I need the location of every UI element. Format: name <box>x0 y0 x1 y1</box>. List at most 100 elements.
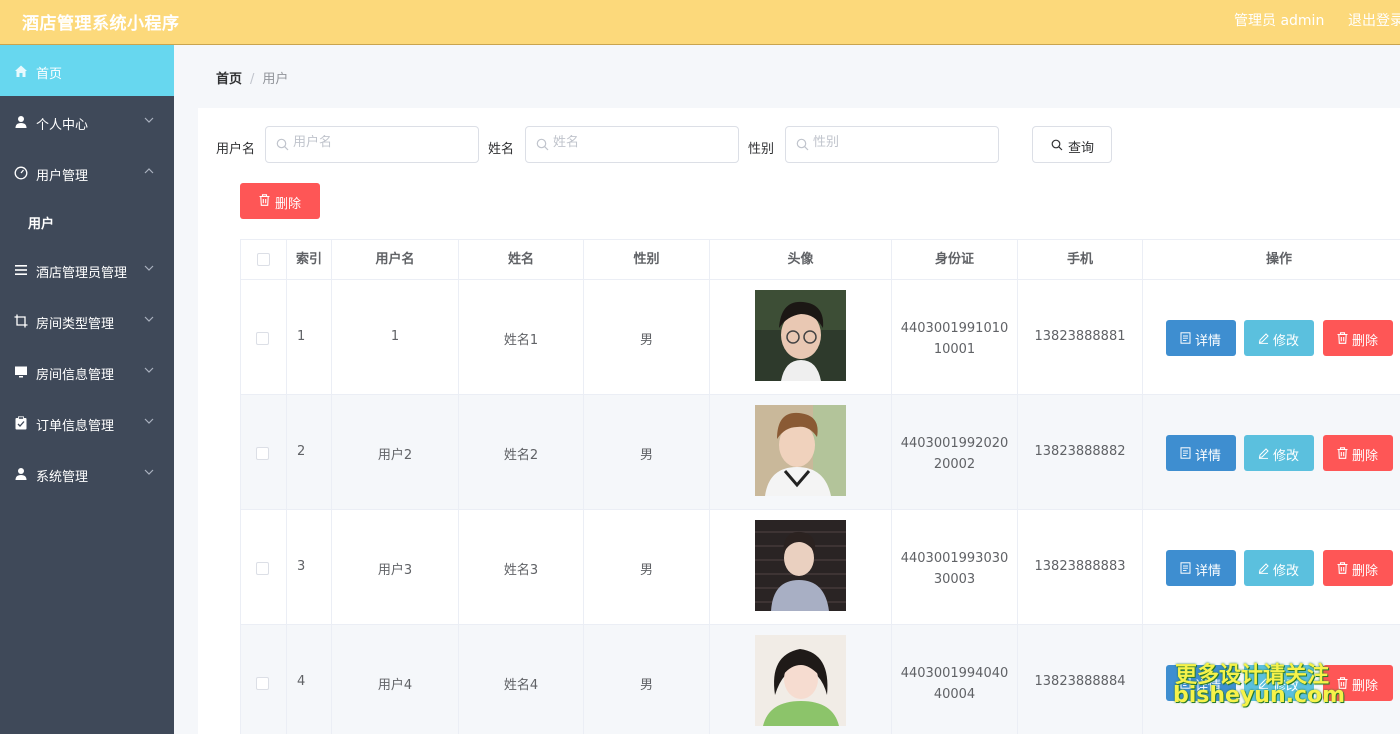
main-content: 首页 / 用户 用户名 姓名 性别 查询 删除 <box>174 45 1400 734</box>
name-cell: 姓名1 <box>459 280 584 395</box>
row-select-cell <box>241 625 287 734</box>
sidebar-item-hotel-admin-management[interactable]: 酒店管理员管理 <box>0 244 174 295</box>
index-value: 2 <box>297 444 306 459</box>
query-button[interactable]: 查询 <box>1032 126 1112 163</box>
sidebar-item-label: 首页 <box>36 67 63 82</box>
index-value: 1 <box>297 329 306 344</box>
gender-cell: 男 <box>584 510 710 625</box>
avatar-cell <box>710 395 892 510</box>
gender-search-input[interactable] <box>813 135 983 150</box>
document-icon <box>1180 332 1191 344</box>
column-header-id-card: 身份证 <box>892 240 1018 280</box>
sidebar-item-personal-center[interactable]: 个人中心 <box>0 96 174 147</box>
sidebar-item-user-management[interactable]: 用户管理 <box>0 147 174 198</box>
id-card-value: 440300199101010001 <box>900 321 1009 357</box>
sidebar-item-system-management[interactable]: 系统管理 <box>0 448 174 499</box>
actions-cell: 详情 修改 删除 <box>1143 280 1400 395</box>
avatar <box>755 635 846 726</box>
name-cell: 姓名4 <box>459 625 584 734</box>
username-value: 用户4 <box>377 678 413 693</box>
row-checkbox[interactable] <box>256 562 269 575</box>
person-icon <box>15 116 27 128</box>
sidebar-item-room-info-management[interactable]: 房间信息管理 <box>0 346 174 397</box>
column-header-actions: 操作 <box>1265 252 1292 267</box>
select-all-checkbox[interactable] <box>257 253 270 266</box>
gender-value: 男 <box>639 678 653 693</box>
detail-button[interactable]: 详情 <box>1166 550 1236 586</box>
gender-search-input-wrapper <box>785 126 999 163</box>
crop-icon <box>14 314 28 328</box>
detail-button-label: 详情 <box>1195 334 1222 349</box>
search-icon <box>276 138 289 151</box>
chevron-down-icon <box>144 367 154 373</box>
trash-icon <box>1337 447 1348 459</box>
id-card-value: 440300199202020002 <box>900 436 1009 472</box>
name-value: 姓名3 <box>503 563 539 578</box>
table-header: 索引 用户名 姓名 性别 头像 身份证 手机 操作 <box>241 240 1400 280</box>
index-value: 4 <box>297 674 306 689</box>
id-card-cell: 440300199404040004 <box>892 625 1018 734</box>
phone-cell: 13823888883 <box>1018 510 1143 625</box>
edit-button-label: 修改 <box>1273 449 1300 464</box>
index-cell: 4 <box>287 625 332 734</box>
gender-value: 男 <box>639 448 653 463</box>
username-search-input[interactable] <box>293 135 463 150</box>
sidebar-item-label: 系统管理 <box>36 470 89 485</box>
name-value: 姓名2 <box>503 448 539 463</box>
batch-delete-button[interactable]: 删除 <box>240 183 320 219</box>
column-header-avatar: 头像 <box>710 240 892 280</box>
actions-cell: 详情 修改 删除 <box>1143 395 1400 510</box>
username-value: 用户3 <box>377 563 413 578</box>
breadcrumb-home[interactable]: 首页 <box>216 72 242 87</box>
name-cell: 姓名3 <box>459 510 584 625</box>
sidebar-item-order-info-management[interactable]: 订单信息管理 <box>0 397 174 448</box>
delete-button[interactable]: 删除 <box>1323 550 1393 586</box>
username-value: 1 <box>390 329 400 344</box>
edit-button[interactable]: 修改 <box>1244 320 1314 356</box>
row-checkbox[interactable] <box>256 332 269 345</box>
delete-button[interactable]: 删除 <box>1323 435 1393 471</box>
top-header: 酒店管理系统小程序 管理员 admin 退出登录 <box>0 0 1400 45</box>
row-checkbox[interactable] <box>256 677 269 690</box>
column-header-name: 姓名 <box>459 240 584 280</box>
edit-button[interactable]: 修改 <box>1244 550 1314 586</box>
detail-button[interactable]: 详情 <box>1166 320 1236 356</box>
search-icon <box>796 138 809 151</box>
clipboard-icon <box>15 416 27 430</box>
edit-icon <box>1258 448 1269 459</box>
table-row: 1 1 姓名1 男 440300199101010001 13823888881… <box>241 280 1400 395</box>
sidebar-item-room-type-management[interactable]: 房间类型管理 <box>0 295 174 346</box>
row-select-cell <box>241 280 287 395</box>
row-checkbox[interactable] <box>256 447 269 460</box>
content-card: 用户名 姓名 性别 查询 删除 索引 <box>198 108 1400 734</box>
id-card-value: 440300199404040004 <box>900 666 1009 702</box>
name-search-input[interactable] <box>553 135 723 150</box>
sidebar-item-home[interactable]: 首页 <box>0 45 174 96</box>
edit-button[interactable]: 修改 <box>1244 435 1314 471</box>
search-icon <box>1051 139 1063 151</box>
logout-link[interactable]: 退出登录 <box>1348 10 1400 30</box>
table-row: 2 用户2 姓名2 男 440300199202020002 138238888… <box>241 395 1400 510</box>
sidebar-item-label: 房间信息管理 <box>36 368 115 383</box>
chevron-down-icon <box>144 418 154 424</box>
detail-button[interactable]: 详情 <box>1166 435 1236 471</box>
chevron-down-icon <box>144 265 154 271</box>
detail-button-label: 详情 <box>1195 449 1222 464</box>
person-icon <box>15 468 27 480</box>
sidebar-item-label: 个人中心 <box>36 118 89 133</box>
phone-cell: 13823888881 <box>1018 280 1143 395</box>
avatar <box>755 520 846 611</box>
delete-button[interactable]: 删除 <box>1323 320 1393 356</box>
edit-icon <box>1258 563 1269 574</box>
edit-button-label: 修改 <box>1273 564 1300 579</box>
column-header-username: 用户名 <box>332 240 459 280</box>
breadcrumb: 首页 / 用户 <box>216 68 288 87</box>
watermark-line2: bisheyun.com <box>1173 683 1346 708</box>
monitor-icon <box>15 366 27 378</box>
username-label: 用户名 <box>216 142 256 157</box>
id-card-value: 440300199303030003 <box>900 551 1009 587</box>
sidebar-subitem-user[interactable]: 用户 <box>0 198 174 244</box>
gender-value: 男 <box>639 333 653 348</box>
name-cell: 姓名2 <box>459 395 584 510</box>
chevron-up-icon <box>144 168 154 174</box>
